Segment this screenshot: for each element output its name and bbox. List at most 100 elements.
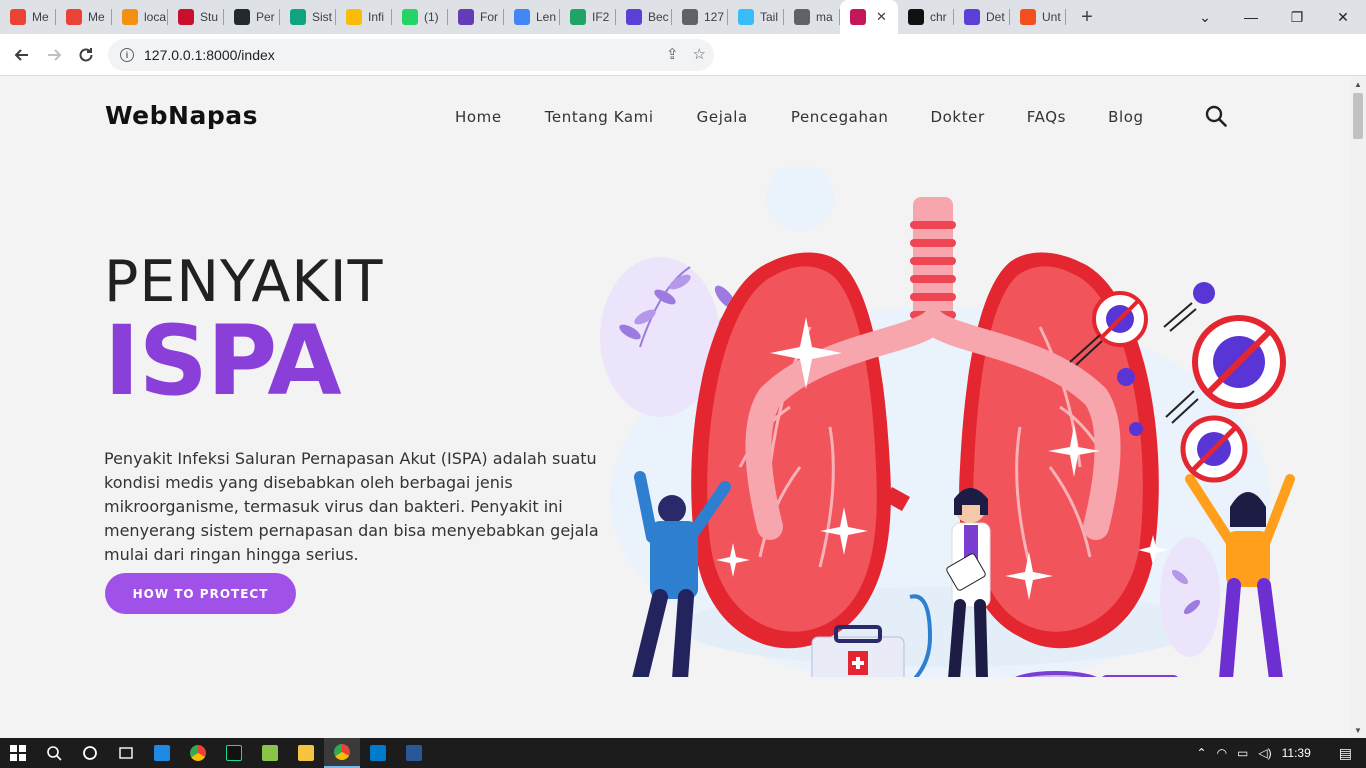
file-explorer-icon[interactable] (288, 738, 324, 768)
app-icon (964, 9, 980, 25)
chrome-icon[interactable] (180, 738, 216, 768)
browser-tab[interactable]: Me (0, 0, 56, 34)
tab-label: Per (256, 10, 275, 24)
browser-tab[interactable]: Tail (728, 0, 784, 34)
tab-label: Stu (200, 10, 219, 24)
url-text: 127.0.0.1:8000/index (144, 47, 275, 63)
datagrip-icon[interactable] (216, 738, 252, 768)
hero-title: ISPA (104, 305, 342, 417)
wifi-icon[interactable]: ◠ (1217, 746, 1227, 760)
back-icon[interactable] (6, 39, 38, 71)
tab-label: loca (144, 10, 166, 24)
browser-tab[interactable]: Len (504, 0, 560, 34)
windows-taskbar: ⌃ ◠ ▭ ◁) 11:39 ▤ (0, 738, 1366, 768)
new-tab-button[interactable]: + (1072, 0, 1102, 34)
nav-pencegahan[interactable]: Pencegahan (791, 108, 889, 126)
page-viewport: WebNapas Home Tentang Kami Gejala Penceg… (0, 77, 1350, 738)
browser-tab[interactable]: Stu (168, 0, 224, 34)
tab-label: For (480, 10, 498, 24)
browser-tab[interactable]: ✕ (840, 0, 898, 34)
leaves-decoration (1160, 537, 1220, 657)
tab-label: Infi (368, 10, 385, 24)
task-view-icon[interactable] (108, 738, 144, 768)
nav-gejala[interactable]: Gejala (697, 108, 748, 126)
notepad-icon[interactable] (252, 738, 288, 768)
nav-home[interactable]: Home (455, 108, 502, 126)
reload-icon[interactable] (70, 39, 102, 71)
virus-icon (1192, 315, 1286, 409)
github-icon (234, 9, 250, 25)
bookmark-star-icon[interactable]: ☆ (693, 45, 706, 63)
background-blob (766, 167, 834, 231)
browser-tab[interactable]: Det (954, 0, 1010, 34)
maximize-button[interactable]: ❐ (1274, 0, 1320, 34)
tab-label: Unt (1042, 10, 1061, 24)
browser-tab[interactable]: (1) (392, 0, 448, 34)
share-icon[interactable]: ⇪ (666, 45, 679, 63)
notification-icon[interactable]: ▤ (1339, 745, 1352, 762)
gmail-icon (66, 9, 82, 25)
browser-tab[interactable]: For (448, 0, 504, 34)
volume-icon[interactable]: ◁) (1258, 746, 1271, 760)
tab-label: Me (32, 10, 49, 24)
browser-tab[interactable]: IF2 (560, 0, 616, 34)
close-tab-icon[interactable]: ✕ (876, 9, 887, 25)
vscode-icon[interactable] (360, 738, 396, 768)
nav-blog[interactable]: Blog (1108, 108, 1144, 126)
browser-tab[interactable]: Sist (280, 0, 336, 34)
tab-label: chr (930, 10, 947, 24)
address-bar[interactable]: i 127.0.0.1:8000/index ⇪ ☆ (108, 39, 714, 71)
nav-dokter[interactable]: Dokter (930, 108, 984, 126)
window-close-button[interactable]: ✕ (1320, 0, 1366, 34)
word-icon[interactable] (396, 738, 432, 768)
tab-label: (1) (424, 10, 439, 24)
tab-label: Me (88, 10, 105, 24)
scroll-up-icon[interactable]: ▲ (1354, 80, 1362, 89)
browser-tab[interactable]: Infi (336, 0, 392, 34)
mail-icon[interactable] (144, 738, 180, 768)
virus-icon (1180, 415, 1248, 483)
search-icon[interactable] (36, 738, 72, 768)
virus-icon (1193, 282, 1215, 304)
clock[interactable]: 11:39 (1282, 746, 1311, 760)
browser-tab[interactable]: Me (56, 0, 112, 34)
nav-tentang-kami[interactable]: Tentang Kami (545, 108, 654, 126)
webnapas-icon (850, 9, 866, 25)
tab-label: IF2 (592, 10, 610, 24)
magnifying-glass-icon (1015, 671, 1178, 677)
nav-faqs[interactable]: FAQs (1027, 108, 1066, 126)
browser-tab[interactable]: chr (898, 0, 954, 34)
scroll-down-icon[interactable]: ▼ (1354, 726, 1362, 735)
browser-tab[interactable]: Bec (616, 0, 672, 34)
phpmyadmin-icon (122, 9, 138, 25)
windows-start-icon[interactable] (0, 738, 36, 768)
chevron-up-icon[interactable]: ⌃ (1197, 746, 1207, 760)
figma-icon (1020, 9, 1036, 25)
how-to-protect-button[interactable]: HOW TO PROTECT (105, 573, 296, 614)
tab-label: 127 (704, 10, 725, 24)
browser-tab[interactable]: loca (112, 0, 168, 34)
browser-tab[interactable]: Unt (1010, 0, 1066, 34)
scrollbar-thumb[interactable] (1353, 93, 1363, 139)
site-info-icon[interactable]: i (120, 48, 134, 62)
chrome-active-icon[interactable] (324, 738, 360, 768)
tab-list: Me Me loca Stu Per Sist Infi (1) For Len IF2 Bec 127… (0, 0, 1066, 34)
battery-icon[interactable]: ▭ (1237, 746, 1248, 760)
gmail-icon (10, 9, 26, 25)
browser-tab[interactable]: Per (224, 0, 280, 34)
tab-search-icon[interactable]: ⌄ (1182, 0, 1228, 34)
browser-tab[interactable]: 127 (672, 0, 728, 34)
cortana-icon[interactable] (72, 738, 108, 768)
search-icon[interactable] (1205, 105, 1227, 127)
lungs-illustration (600, 167, 1295, 677)
site-logo[interactable]: WebNapas (105, 101, 258, 130)
page-scrollbar[interactable]: ▲ ▼ (1350, 77, 1366, 738)
minimize-button[interactable]: — (1228, 0, 1274, 34)
globe-icon (682, 9, 698, 25)
left-lung (691, 252, 891, 649)
forward-icon[interactable] (38, 39, 70, 71)
s-icon (908, 9, 924, 25)
browser-tab[interactable]: ma (784, 0, 840, 34)
chatgpt-icon (290, 9, 306, 25)
tab-label: ma (816, 10, 833, 24)
